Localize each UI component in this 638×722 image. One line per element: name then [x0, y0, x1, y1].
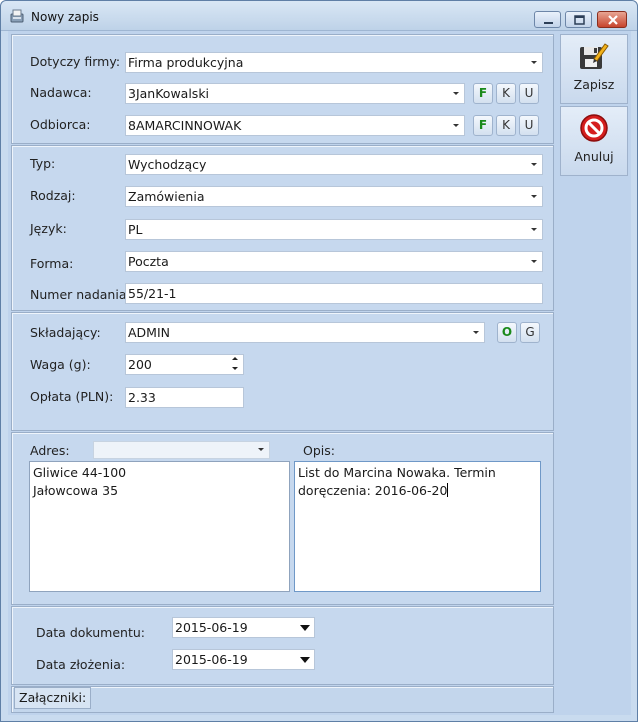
dialog-body: Dotyczy firmy: Firma produkcyjna Nadawca… [8, 31, 631, 715]
rodzaj-value: Zamówienia [128, 189, 205, 204]
skladajacy-select[interactable]: ADMIN [125, 322, 485, 343]
data-dokumentu-picker[interactable]: 2015-06-19 [172, 617, 315, 638]
nadawca-select[interactable]: 3JanKowalski [125, 83, 465, 104]
close-button[interactable] [597, 11, 627, 28]
odbiorca-value: 8AMARCINNOWAK [128, 118, 242, 133]
minimize-button[interactable] [534, 11, 561, 28]
panel-szczegoly: Typ: Wychodzący Rodzaj: Zamówienia Język… [11, 145, 554, 311]
forma-value: Poczta [128, 254, 169, 269]
firma-label: Dotyczy firmy: [30, 54, 121, 69]
adres-textarea[interactable]: Gliwice 44-100 Jałowcowa 35 [29, 461, 290, 592]
action-column: Zapisz Anuluj [557, 31, 631, 715]
save-label: Zapisz [573, 77, 615, 92]
chevron-down-icon [448, 116, 464, 135]
spin-up-icon[interactable] [228, 355, 242, 364]
save-icon [580, 43, 609, 69]
panel-skladajacy: Składający: ADMIN O G Waga (g): 200 Opła… [11, 312, 554, 431]
opis-line: doręczenia: 2016-06-20 [298, 483, 448, 498]
chevron-down-icon [448, 84, 464, 103]
adres-label: Adres: [30, 443, 70, 458]
attachments-bar [11, 686, 554, 713]
chevron-down-icon[interactable] [297, 650, 314, 669]
save-button[interactable]: Zapisz [560, 34, 628, 104]
adres-select[interactable] [93, 441, 270, 459]
oplata-label: Opłata (PLN): [30, 389, 114, 404]
data-zlozenia-value: 2015-06-19 [175, 652, 248, 667]
data-dokumentu-label: Data dokumentu: [36, 625, 146, 640]
adres-line: Jałowcowa 35 [33, 483, 119, 498]
nadawca-f-button[interactable]: F [473, 83, 493, 104]
data-dokumentu-value: 2015-06-19 [175, 620, 248, 635]
cancel-label: Anuluj [574, 149, 614, 164]
chevron-down-icon [526, 252, 542, 271]
restore-icon [574, 15, 585, 25]
rodzaj-select[interactable]: Zamówienia [125, 186, 543, 207]
odbiorca-k-button[interactable]: K [496, 115, 516, 136]
window-title: Nowy zapis [31, 10, 99, 24]
minimize-icon [544, 22, 553, 24]
rodzaj-label: Rodzaj: [30, 188, 76, 203]
oplata-input[interactable]: 2.33 [125, 387, 244, 408]
chevron-down-icon[interactable] [297, 618, 314, 637]
odbiorca-f-button[interactable]: F [473, 115, 493, 136]
chevron-down-icon [526, 220, 542, 239]
typ-label: Typ: [30, 156, 56, 171]
waga-input[interactable]: 200 [125, 354, 244, 375]
odbiorca-label: Odbiorca: [30, 117, 91, 132]
chevron-down-icon [526, 155, 542, 174]
title-bar: Nowy zapis [1, 1, 637, 31]
jezyk-select[interactable]: PL [125, 219, 543, 240]
spin-down-icon[interactable] [228, 364, 242, 373]
nadawca-u-button[interactable]: U [519, 83, 539, 104]
typ-select[interactable]: Wychodzący [125, 154, 543, 175]
odbiorca-select[interactable]: 8AMARCINNOWAK [125, 115, 465, 136]
panel-adres-opis: Adres: Gliwice 44-100 Jałowcowa 35 Opis: … [11, 432, 554, 605]
waga-label: Waga (g): [30, 357, 91, 372]
skladajacy-o-button[interactable]: O [497, 322, 517, 343]
forma-label: Forma: [30, 256, 74, 271]
odbiorca-u-button[interactable]: U [519, 115, 539, 136]
waga-value: 200 [128, 357, 152, 372]
chevron-down-icon [253, 442, 269, 456]
nadawca-value: 3JanKowalski [128, 86, 210, 101]
chevron-down-icon [526, 53, 542, 72]
typ-value: Wychodzący [128, 157, 207, 172]
data-zlozenia-picker[interactable]: 2015-06-19 [172, 649, 315, 670]
skladajacy-value: ADMIN [128, 325, 170, 340]
panel-daty: Data dokumentu: 2015-06-19 Data złożenia… [11, 606, 554, 685]
skladajacy-g-button[interactable]: G [520, 322, 540, 343]
app-icon [10, 9, 24, 23]
opis-label: Opis: [303, 443, 335, 458]
nadawca-k-button[interactable]: K [496, 83, 516, 104]
numer-input[interactable]: 55/21-1 [125, 283, 543, 304]
text-caret [447, 483, 449, 497]
chevron-down-icon [526, 187, 542, 206]
forma-select[interactable]: Poczta [125, 251, 543, 272]
numer-label: Numer nadania: [30, 287, 131, 302]
close-icon [608, 15, 618, 25]
data-zlozenia-label: Data złożenia: [36, 657, 126, 672]
firma-select[interactable]: Firma produkcyjna [125, 52, 543, 73]
jezyk-value: PL [128, 222, 143, 237]
cancel-button[interactable]: Anuluj [560, 106, 628, 176]
adres-line: Gliwice 44-100 [33, 465, 127, 480]
opis-textarea[interactable]: List do Marcina Nowaka. Termin doręczenia… [294, 461, 541, 592]
opis-line: List do Marcina Nowaka. Termin [298, 465, 496, 480]
skladajacy-label: Składający: [30, 325, 101, 340]
cancel-icon [580, 114, 608, 142]
panel-firma: Dotyczy firmy: Firma produkcyjna Nadawca… [11, 34, 554, 144]
firma-value: Firma produkcyjna [128, 55, 244, 70]
nadawca-label: Nadawca: [30, 85, 92, 100]
dialog-window: Nowy zapis Dotyczy firmy: Firma produkcy… [0, 0, 638, 722]
tab-zalaczniki[interactable]: Załączniki: [14, 687, 92, 709]
chevron-down-icon [468, 323, 484, 342]
maximize-button[interactable] [565, 11, 592, 28]
jezyk-label: Język: [30, 221, 67, 236]
